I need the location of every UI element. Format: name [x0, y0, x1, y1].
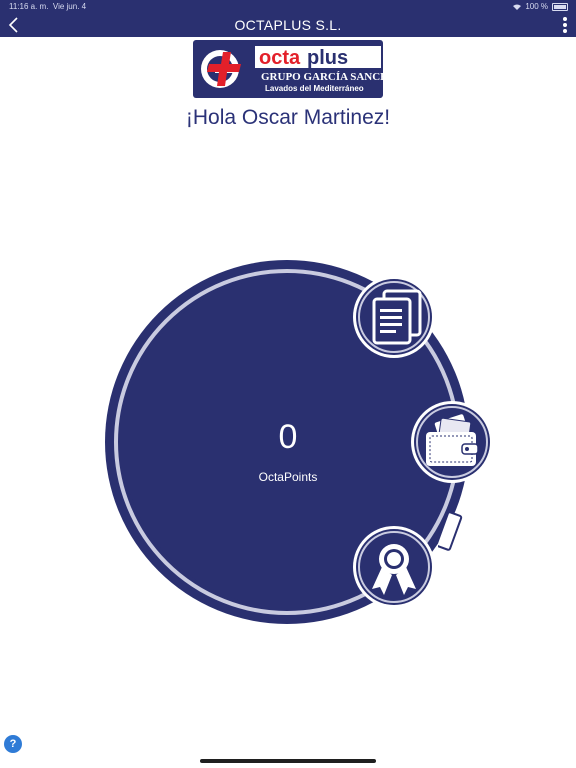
documents-button[interactable] [352, 275, 436, 359]
status-indicators: 100 % [513, 2, 568, 11]
battery-icon [552, 2, 568, 11]
rewards-button[interactable] [352, 525, 436, 609]
greeting-text: ¡Hola Oscar Martinez! [185, 106, 391, 129]
page-title: OCTAPLUS S.L. [234, 17, 342, 33]
octaplus-logo: octa plus GRUPO GARCÍA SANCHIS Lavados d… [193, 40, 383, 98]
help-button[interactable]: ? [4, 735, 22, 753]
logo-brand-octa: octa [259, 47, 301, 69]
home-indicator [200, 759, 376, 763]
points-value: 0 [278, 418, 298, 456]
status-time-value: 11:16 a. m. [9, 2, 49, 11]
status-bar: 11:16 a. m. Vie jun. 4 100 % [0, 0, 576, 13]
status-time: 11:16 a. m. Vie jun. 4 [9, 2, 86, 11]
status-date: Vie jun. 4 [52, 2, 87, 11]
points-label: OctaPoints [258, 470, 318, 484]
nav-bar: OCTAPLUS S.L. [0, 13, 576, 37]
logo-group-name: GRUPO GARCÍA SANCHIS [261, 71, 383, 83]
wifi-icon [513, 4, 522, 10]
card-ornament-icon [438, 511, 463, 551]
logo-brand-plus: plus [307, 47, 348, 69]
wallet-button[interactable] [410, 400, 494, 484]
logo-tagline: Lavados del Mediterráneo [265, 84, 364, 93]
battery-percent: 100 % [525, 2, 548, 11]
more-options-icon[interactable] [560, 16, 570, 34]
